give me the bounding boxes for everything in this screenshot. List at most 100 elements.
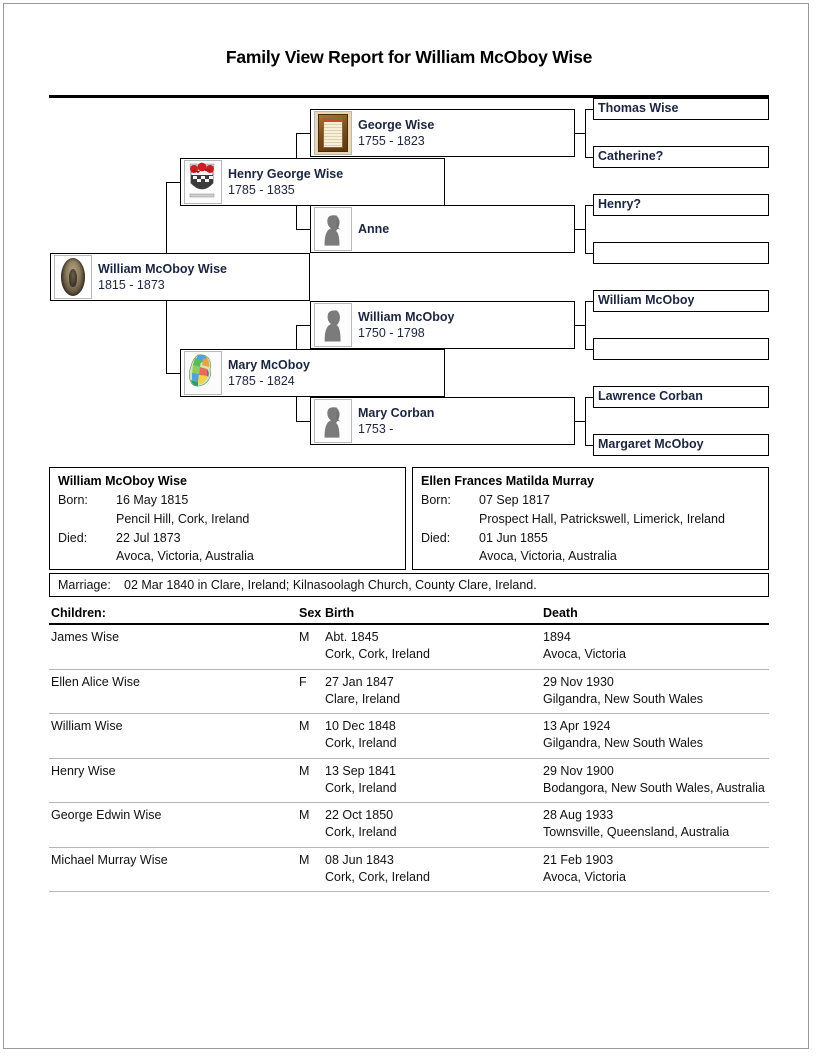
pedigree-chart: George Wise 1755 - 1823 Henry George Wis… [0, 0, 818, 460]
connector-ggp5-branch [585, 301, 586, 349]
born-label: Born: [58, 493, 88, 507]
child-birth: 10 Dec 1848 Cork, Ireland [323, 713, 541, 759]
connector-mgf-out [575, 325, 585, 326]
pedigree-box-great-grandparent-6[interactable] [593, 338, 769, 360]
child-sex: M [297, 713, 323, 759]
child-sex: M [297, 802, 323, 848]
table-row[interactable]: Michael Murray Wise M 08 Jun 1843 Cork, Cor… [49, 847, 769, 892]
person-name: Thomas Wise [598, 101, 679, 115]
pedigree-box-mother[interactable]: Mary McOboy 1785 - 1824 [180, 349, 445, 397]
child-birth-date: 22 Oct 1850 [325, 808, 394, 822]
wife-detail-panel: Ellen Frances Matilda Murray Born: 07 Se… [412, 467, 769, 570]
wife-born-date: 07 Sep 1817 [479, 493, 550, 507]
child-birth-date: 27 Jan 1847 [325, 674, 394, 689]
child-sex: F [297, 669, 323, 714]
pedigree-box-maternal-grandfather[interactable]: William McOboy 1750 - 1798 [310, 301, 575, 349]
child-birth-place: Cork, Ireland [325, 780, 397, 795]
child-death-place: Townsville, Queensland, Australia [543, 825, 730, 840]
child-death-place: Gilgandra, New South Wales [543, 736, 704, 751]
person-name: Anne [358, 221, 390, 236]
children-header-sex: Sex [297, 606, 323, 625]
child-death-place: Bodangora, New South Wales, Australia [543, 780, 765, 795]
connector-ggp7-branch [585, 397, 586, 445]
child-birth-place: Cork, Cork, Ireland [325, 647, 430, 662]
husband-born-place: Pencil Hill, Cork, Ireland [116, 511, 250, 526]
marriage-label: Marriage: [58, 578, 111, 592]
pedigree-box-father[interactable]: Henry George Wise 1785 - 1835 [180, 158, 445, 206]
table-row[interactable]: William Wise M 10 Dec 1848 Cork, Ireland 13 … [49, 713, 769, 759]
connector-ggp6-in [585, 349, 593, 350]
wife-died-date: 01 Jun 1855 [479, 530, 548, 545]
child-death-place: Avoca, Victoria [543, 869, 626, 884]
child-sex: M [297, 758, 323, 803]
husband-died-row: Died: 22 Jul 1873 [58, 529, 397, 548]
child-name: George Edwin Wise [49, 802, 297, 848]
child-death-date: 13 Apr 1924 [543, 719, 611, 733]
person-dates: 1815 - 1873 [98, 278, 165, 292]
person-name: William McOboy Wise [98, 261, 227, 276]
child-death-place: Gilgandra, New South Wales [543, 691, 704, 706]
child-death-place: Avoca, Victoria [543, 647, 626, 662]
person-dates: 1785 - 1824 [228, 374, 295, 388]
pedigree-box-paternal-grandmother[interactable]: Anne [310, 205, 575, 253]
connector-ggp3-in [585, 205, 593, 206]
child-death: 21 Feb 1903 Avoca, Victoria [541, 847, 769, 892]
certificate-icon [314, 111, 352, 155]
marriage-text: 02 Mar 1840 in Clare, Ireland; Kilnasool… [124, 578, 537, 592]
ireland-map-icon [184, 351, 222, 395]
person-dates: 1785 - 1835 [228, 183, 295, 197]
connector-ggp1-branch [585, 109, 586, 157]
pedigree-box-great-grandparent-1[interactable]: Thomas Wise [593, 98, 769, 120]
child-birth-place: Clare, Ireland [325, 691, 401, 706]
person-name: George Wise [358, 117, 435, 132]
child-birth: 27 Jan 1847 Clare, Ireland [323, 669, 541, 714]
pedigree-box-great-grandparent-3[interactable]: Henry? [593, 194, 769, 216]
connector-ggp1-in [585, 109, 593, 110]
person-dates: 1755 - 1823 [358, 134, 425, 148]
person-dates: 1753 - [358, 422, 394, 436]
child-death-date: 29 Nov 1930 [543, 674, 614, 689]
table-row[interactable]: James Wise M Abt. 1845 Cork, Cork, Ireland 1… [49, 624, 769, 670]
child-death-date: 28 Aug 1933 [543, 808, 614, 822]
pedigree-box-subject[interactable]: William McOboy Wise 1815 - 1873 [50, 253, 310, 301]
connector-mgm-out [575, 421, 585, 422]
died-label: Died: [421, 530, 451, 545]
pedigree-box-great-grandparent-8[interactable]: Margaret McOboy [593, 434, 769, 456]
wife-born-row: Born: 07 Sep 1817 [421, 491, 760, 510]
table-row[interactable]: Ellen Alice Wise F 27 Jan 1847 Clare, Irela… [49, 669, 769, 714]
pedigree-box-maternal-grandmother[interactable]: Mary Corban 1753 - [310, 397, 575, 445]
child-death: 29 Nov 1900 Bodangora, New South Wales, A… [541, 758, 769, 803]
connector-ggp8-in [585, 445, 593, 446]
connector-father-stem [166, 182, 180, 183]
child-birth-place: Cork, Ireland [325, 736, 397, 751]
pedigree-box-great-grandparent-4[interactable] [593, 242, 769, 264]
children-header-death: Death [541, 606, 769, 625]
husband-name: William McOboy Wise [58, 474, 187, 488]
husband-died-place: Avoca, Victoria, Australia [116, 549, 254, 564]
child-birth-date: Abt. 1845 [325, 630, 379, 644]
table-row[interactable]: George Edwin Wise M 22 Oct 1850 Cork, Irela… [49, 802, 769, 848]
husband-detail-panel: William McOboy Wise Born: 16 May 1815 Pe… [49, 467, 406, 570]
pedigree-box-great-grandparent-7[interactable]: Lawrence Corban [593, 386, 769, 408]
child-name: Henry Wise [49, 758, 297, 803]
died-label: Died: [58, 530, 88, 545]
person-name: Catherine? [598, 149, 664, 163]
child-name: James Wise [49, 624, 297, 670]
child-death-date: 21 Feb 1903 [543, 852, 614, 867]
husband-born-date: 16 May 1815 [116, 493, 189, 507]
child-name: Ellen Alice Wise [49, 669, 297, 714]
table-row[interactable]: Henry Wise M 13 Sep 1841 Cork, Ireland 29 No… [49, 758, 769, 803]
person-name: William McOboy [358, 309, 455, 324]
pedigree-box-paternal-grandfather[interactable]: George Wise 1755 - 1823 [310, 109, 575, 157]
child-sex: M [297, 847, 323, 892]
child-death-date: 29 Nov 1900 [543, 763, 614, 778]
female-silhouette-icon [314, 207, 352, 251]
pedigree-box-great-grandparent-2[interactable]: Catherine? [593, 146, 769, 168]
pedigree-box-great-grandparent-5[interactable]: William McOboy [593, 290, 769, 312]
child-birth-date: 13 Sep 1841 [325, 763, 396, 778]
wife-died-place: Avoca, Victoria, Australia [479, 549, 617, 564]
child-name: Michael Murray Wise [49, 847, 297, 892]
person-name: Mary Corban [358, 405, 435, 420]
husband-born-row: Born: 16 May 1815 [58, 491, 397, 510]
connector-pgf-out [575, 133, 585, 134]
